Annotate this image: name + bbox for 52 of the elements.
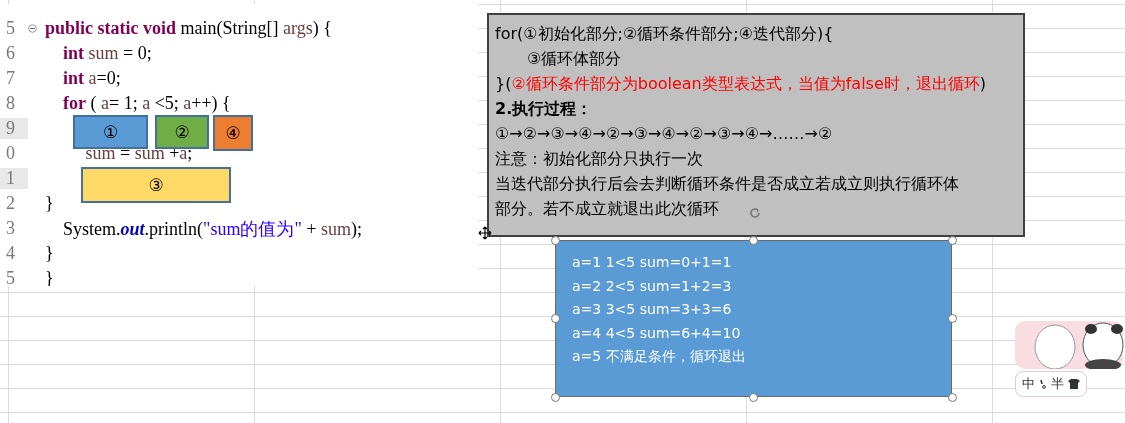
line-number: 8 [5, 93, 16, 114]
resize-handle[interactable] [947, 235, 957, 245]
note-text: 2.执行过程： [495, 98, 593, 120]
trace-text: a=1 1<5 sum=0+1=1 [572, 253, 733, 272]
line-number: 3 [5, 218, 16, 239]
trace-text: a=4 4<5 sum=6+4=10 [572, 323, 742, 343]
line-number: 4 [5, 243, 16, 264]
line-number: 2 [5, 193, 16, 214]
code-line: System.out.println("sum的值为" + sum); [62, 217, 362, 241]
code-line: for ( a= 1; a <5; a++) { [62, 93, 231, 114]
move-cursor-icon [478, 226, 492, 240]
trace-text: a=3 3<5 sum=3+3=6 [572, 300, 733, 319]
input-mode-text[interactable]: 中 [1022, 375, 1035, 393]
line-number: 0 [5, 143, 16, 164]
resize-handle[interactable] [550, 314, 560, 323]
step-marker: ③ [81, 167, 231, 203]
resize-handle[interactable] [550, 235, 560, 245]
ime-toolbar[interactable]: 中 半 [1015, 371, 1087, 397]
code-line: int sum = 0; [62, 43, 152, 64]
resize-handle[interactable] [947, 392, 957, 402]
line-number: 9 [0, 118, 28, 139]
width-mode-text[interactable]: 半 [1051, 375, 1064, 393]
note-text: 部分。若不成立就退出此次循环 [495, 198, 719, 220]
line-number: 1 [0, 168, 28, 189]
code-line: } [45, 243, 54, 264]
note-text: ①→②→③→④→②→③→④→②→③→④→……→② [495, 123, 833, 145]
punctuation-icon[interactable] [1039, 378, 1047, 390]
rotate-handle-icon[interactable] [748, 206, 762, 220]
note-text: ③循环体部分 [527, 48, 622, 70]
note-text: 注意：初始化部分只执行一次 [495, 148, 703, 170]
step-marker: ② [155, 115, 209, 149]
line-number: 6 [5, 43, 16, 64]
line-number: 7 [5, 68, 16, 89]
note-text: for(①初始化部分;②循环条件部分;④迭代部分){ [495, 23, 834, 45]
step-marker: ④ [213, 115, 253, 151]
resize-handle[interactable] [550, 392, 560, 402]
code-line: } [45, 268, 54, 286]
line-number: 5 [5, 268, 16, 286]
trace-text: a=2 2<5 sum=1+2=3 [572, 276, 733, 296]
trace-text: a=5 不满足条件，循环退出 [572, 347, 747, 366]
note-text: 当迭代部分执行后会去判断循环条件是否成立若成立则执行循环体 [495, 173, 959, 195]
step-marker: ① [73, 115, 148, 149]
line-number: 5 [5, 18, 16, 39]
shirt-icon[interactable] [1068, 379, 1080, 389]
resize-handle[interactable] [749, 392, 758, 402]
code-line: int a=0; [62, 68, 121, 89]
resize-handle[interactable] [947, 314, 957, 323]
resize-handle[interactable] [749, 235, 758, 245]
note-text: }(②循环条件部分为boolean类型表达式，当值为false时，退出循环) [495, 73, 987, 95]
code-line: public static void main(String[] args) { [45, 18, 332, 39]
fold-icon[interactable] [28, 24, 37, 33]
code-line: } [45, 193, 54, 214]
